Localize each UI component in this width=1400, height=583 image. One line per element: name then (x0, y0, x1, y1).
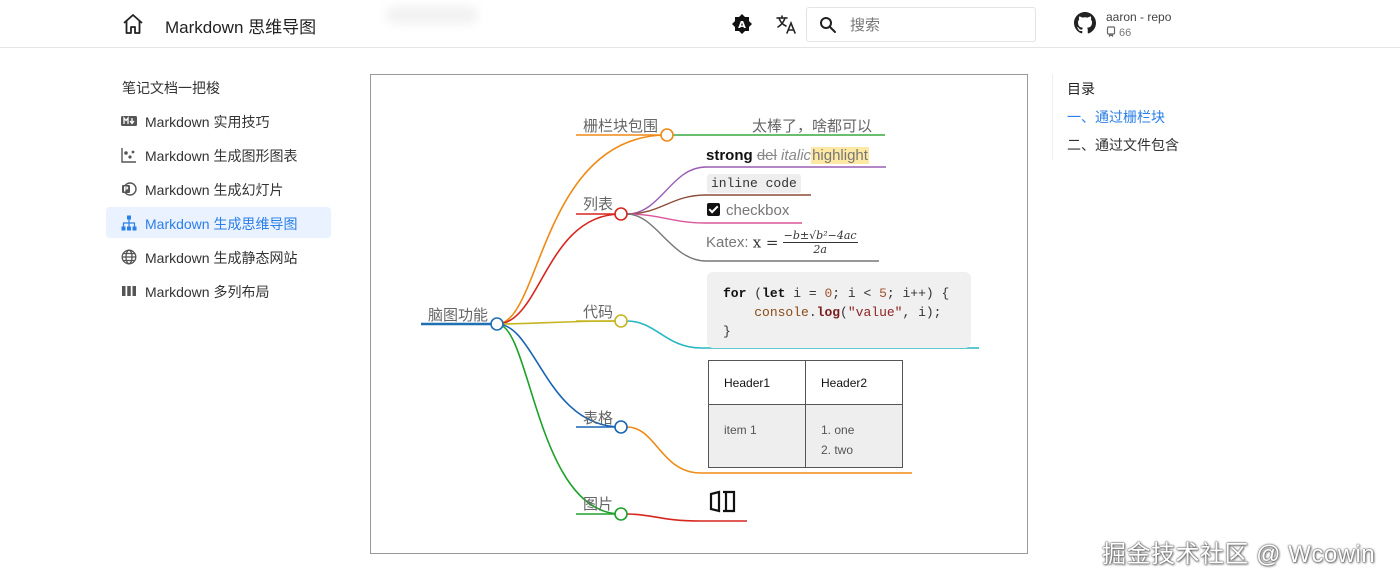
search-input[interactable] (850, 14, 1020, 36)
home-icon[interactable] (121, 13, 145, 35)
globe-icon (121, 249, 137, 265)
mindmap-leaf-fence[interactable]: 太棒了，啥都可以 (752, 115, 872, 136)
sidebar-item-label: Markdown 生成图形图表 (145, 148, 298, 164)
mindmap-branch-table[interactable]: 表格 (583, 407, 613, 428)
sitemap-icon (121, 215, 137, 231)
sidebar-item-slides[interactable]: P Markdown 生成幻灯片 (106, 173, 331, 204)
toc-item-file-include[interactable]: 二、通过文件包含 (1067, 135, 1179, 155)
top-bar: Markdown 思维导图 A aaron - repo 66 (0, 0, 1400, 48)
mindmap-branch-fence[interactable]: 栅栏块包围 (583, 115, 658, 136)
mindmap-leaf-katex[interactable]: Katex: x = −b±√b²−4ac 2a (706, 229, 858, 256)
sidebar-item-label: Markdown 生成静态网站 (145, 250, 298, 266)
toc-title: 目录 (1067, 81, 1095, 97)
sidebar-item-columns[interactable]: Markdown 多列布局 (106, 275, 331, 306)
table-cell-item: item 1 (708, 404, 806, 468)
repo-stars: 66 (1106, 26, 1131, 39)
table-header-2: Header2 (805, 360, 903, 405)
sidebar-item-mindmap[interactable]: Markdown 生成思维导图 (106, 207, 331, 238)
table-of-contents: 目录 一、通过栅栏块 二、通过文件包含 (1052, 74, 1212, 160)
sidebar-item-label: Markdown 实用技巧 (145, 114, 270, 130)
mindmap-root[interactable]: 脑图功能 (428, 304, 488, 325)
blurred-area (386, 6, 478, 24)
columns-icon (122, 286, 136, 296)
mindmap-branch-list[interactable]: 列表 (583, 193, 613, 214)
sidebar-item-charts[interactable]: Markdown 生成图形图表 (106, 139, 331, 170)
checkbox-label: checkbox (726, 202, 790, 219)
mindmap-leaf-checkbox[interactable]: checkbox (707, 202, 789, 219)
mindmap-leaf-formatting[interactable]: strong del italichighlight (706, 147, 869, 164)
repo-name: aaron - repo (1106, 10, 1172, 24)
slides-icon: P (122, 182, 137, 196)
mindmap-leaf-code-block[interactable]: for (let i = 0; i < 5; i++) { console.lo… (707, 272, 971, 348)
star-icon (1106, 26, 1116, 38)
watermark: 掘金技术社区 @ Wcowin (1102, 541, 1376, 568)
repo-link[interactable]: aaron - repo 66 (1074, 8, 1204, 42)
markdown-icon (121, 116, 137, 126)
svg-text:P: P (123, 186, 128, 194)
italic-text: italic (781, 147, 812, 164)
table-cell-list: 1. one 2. two (805, 404, 903, 468)
repo-stars-count: 66 (1119, 27, 1132, 39)
katex-denominator: 2a (813, 243, 827, 256)
github-icon (1074, 12, 1096, 34)
table-list-item: 2. two (821, 443, 854, 457)
mindmap-leaf-inline-code[interactable]: inline code (707, 174, 801, 193)
search-box[interactable] (806, 7, 1036, 42)
del-text: del (756, 147, 777, 164)
sidebar-title: 笔记文档一把梭 (122, 80, 220, 96)
katex-fraction: −b±√b²−4ac 2a (782, 229, 858, 256)
highlight-text: highlight (811, 147, 869, 164)
katex-label: Katex: (706, 234, 749, 251)
katex-numerator: −b±√b²−4ac (782, 229, 858, 243)
checkbox-checked-icon (707, 203, 720, 216)
translate-icon[interactable] (775, 13, 797, 35)
katex-lhs: x = (752, 233, 779, 252)
table-list-item: 1. one (821, 423, 855, 437)
image-icon[interactable] (709, 488, 736, 515)
mindmap-leaf-table: Header1 Header2 item 1 1. one 2. two (708, 360, 903, 468)
sidebar-item-static-site[interactable]: Markdown 生成静态网站 (106, 241, 331, 272)
sidebar-item-label: Markdown 多列布局 (145, 284, 270, 300)
page-title: Markdown 思维导图 (165, 18, 317, 37)
theme-toggle-icon[interactable]: A (731, 13, 753, 35)
sidebar-item-label: Markdown 生成幻灯片 (145, 182, 284, 198)
mindmap-branch-image[interactable]: 图片 (583, 493, 613, 514)
sidebar-item-label: Markdown 生成思维导图 (145, 216, 298, 232)
table-header-1: Header1 (708, 360, 806, 405)
sidebar-item-markdown-tips[interactable]: Markdown 实用技巧 (106, 105, 331, 136)
search-icon (820, 17, 836, 33)
svg-text:A: A (738, 20, 746, 31)
mindmap-panel: 脑图功能 栅栏块包围 列表 代码 表格 图片 太棒了，啥都可以 strong d… (370, 74, 1028, 554)
mindmap-branch-code[interactable]: 代码 (583, 301, 613, 322)
chart-icon (121, 148, 136, 163)
toc-item-fence[interactable]: 一、通过栅栏块 (1067, 107, 1165, 127)
strong-text: strong (706, 147, 753, 164)
